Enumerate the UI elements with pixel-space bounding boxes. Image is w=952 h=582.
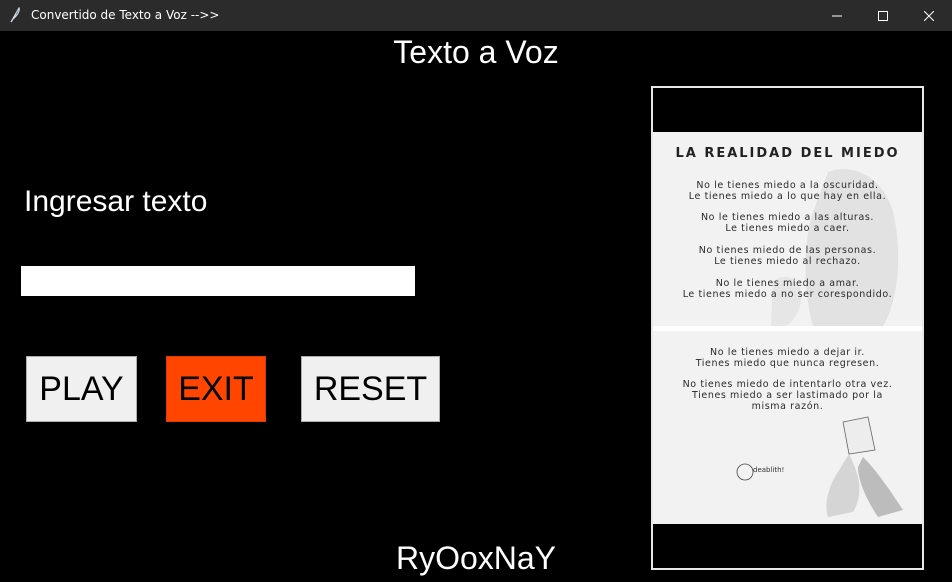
feather-icon xyxy=(8,6,22,23)
poster-divider xyxy=(653,326,922,331)
app-heading-text: Texto a Voz xyxy=(393,34,559,70)
poster-line: No le tienes miedo a amar. xyxy=(715,278,860,289)
poster-line: Le tienes miedo a caer. xyxy=(725,223,850,234)
poster-line: No le tienes miedo a la oscuridad. xyxy=(696,180,879,191)
poster-signature: deablith! xyxy=(753,466,785,474)
reset-button[interactable]: RESET xyxy=(301,356,440,422)
maximize-button[interactable] xyxy=(860,0,906,31)
exit-button[interactable]: EXIT xyxy=(166,356,266,422)
poster-line: Le tienes miedo a no ser corespondido. xyxy=(682,289,893,300)
image-panel: LA REALIDAD DEL MIEDO No le tienes miedo… xyxy=(651,86,924,570)
close-button[interactable] xyxy=(906,0,952,31)
poster-image: LA REALIDAD DEL MIEDO No le tienes miedo… xyxy=(653,132,922,524)
poster-line: Tienes miedo que nunca regresen. xyxy=(695,358,880,369)
title-bar: Convertido de Texto a Voz -->> xyxy=(0,0,952,31)
window-title: Convertido de Texto a Voz -->> xyxy=(31,8,220,22)
maximize-icon xyxy=(878,10,888,21)
app-heading: Texto a Voz xyxy=(0,34,952,71)
poster-title: LA REALIDAD DEL MIEDO xyxy=(675,146,900,161)
poster-line: No le tienes miedo a las alturas. xyxy=(700,212,875,223)
poster-line: Le tienes miedo al rechazo. xyxy=(714,256,861,267)
poster-line: No tienes miedo de intentarlo otra vez. xyxy=(682,379,893,390)
author-footer: RyOoxNaY xyxy=(395,540,557,576)
play-button[interactable]: PLAY xyxy=(26,356,137,422)
poster-line: Le tienes miedo a lo que hay en ella. xyxy=(688,191,887,202)
minimize-icon xyxy=(832,15,842,16)
input-label: Ingresar texto xyxy=(24,185,208,218)
poster-line: No le tienes miedo a dejar ir. xyxy=(710,347,865,358)
close-icon xyxy=(924,10,934,21)
poster-line: misma razón. xyxy=(751,401,824,412)
text-input[interactable] xyxy=(21,266,415,296)
poster-line: Tienes miedo a ser lastimado por la xyxy=(692,390,883,401)
minimize-button[interactable] xyxy=(814,0,860,31)
poster-line: No tienes miedo de las personas. xyxy=(698,245,877,256)
